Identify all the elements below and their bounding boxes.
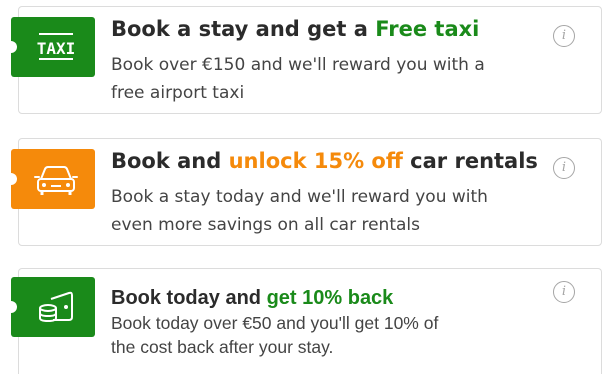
info-icon[interactable]: i [553,281,575,303]
offer-title: Book a stay and get a Free taxi [111,17,479,41]
title-prefix: Book a stay and get a [111,17,376,41]
title-prefix: Book today and [111,287,267,309]
ticket-badge [5,149,95,209]
description-line: the cost back after your stay. [111,337,334,357]
description-line: even more savings on all car rentals [111,215,420,235]
info-icon[interactable]: i [553,25,575,47]
title-prefix: Book and [111,149,229,173]
offer-card-cashback[interactable]: Book today and get 10% back Book today o… [5,268,602,374]
description-line: Book over €150 and we'll reward you with… [111,55,485,75]
description-line: free airport taxi [111,83,245,103]
offer-description: Book a stay today and we'll reward you w… [111,183,551,239]
ticket-badge: TAXI [5,17,95,77]
taxi-badge-text: TAXI [37,39,76,58]
title-highlight: unlock 15% off [228,149,403,173]
car-icon [34,166,78,195]
offer-title: Book and unlock 15% off car rentals [111,149,538,173]
offer-card-free-taxi[interactable]: TAXI Book a stay and get a Free taxi Boo… [5,6,602,114]
description-line: Book today over €50 and you'll get 10% o… [111,313,439,333]
offer-description: Book today over €50 and you'll get 10% o… [111,311,531,359]
description-line: Book a stay today and we'll reward you w… [111,187,488,207]
ticket-badge [5,277,95,337]
offer-card-car-rental[interactable]: Book and unlock 15% off car rentals Book… [5,138,602,246]
title-highlight: Free taxi [375,17,480,41]
taxi-icon: TAXI [37,33,76,60]
info-icon[interactable]: i [553,157,575,179]
offer-description: Book over €150 and we'll reward you with… [111,51,551,107]
offer-title: Book today and get 10% back [111,287,393,310]
wallet-coins-icon [39,291,73,323]
title-highlight: get 10% back [266,287,394,309]
title-suffix: car rentals [402,149,538,173]
